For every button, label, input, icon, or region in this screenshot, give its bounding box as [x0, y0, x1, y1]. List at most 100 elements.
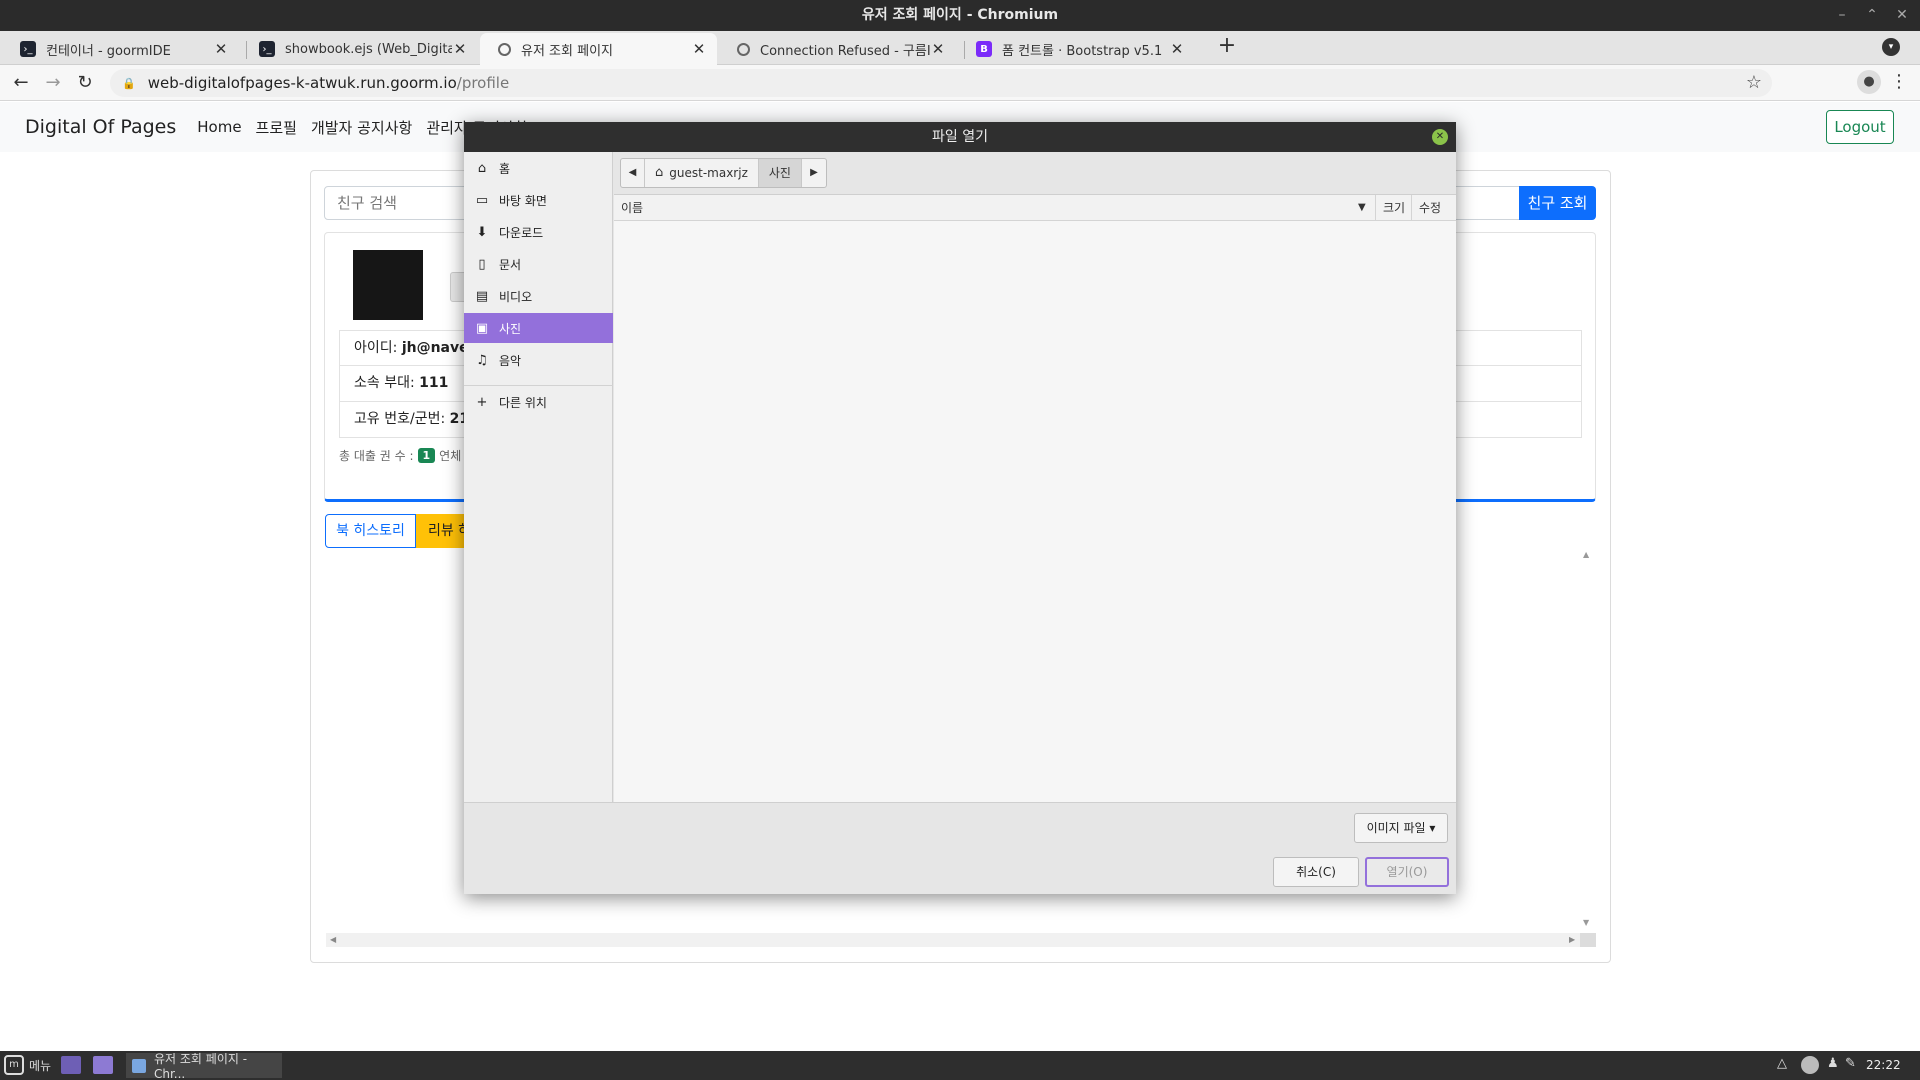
nav-profile[interactable]: 프로필	[256, 117, 297, 138]
maximize-icon[interactable]: ⌃	[1857, 0, 1887, 31]
new-tab-button[interactable]: +	[1214, 33, 1240, 59]
site-brand[interactable]: Digital Of Pages	[25, 116, 176, 138]
close-tab-icon[interactable]: ✕	[691, 40, 707, 58]
path-bar: ◀ ⌂ guest-maxrjz 사진 ▶	[620, 158, 827, 188]
path-forward-icon[interactable]: ▶	[802, 159, 826, 187]
forward-icon[interactable]: →	[41, 71, 65, 95]
home-icon: ⌂	[477, 160, 487, 176]
video-icon: ▤	[475, 288, 489, 304]
start-menu-button[interactable]: m 메뉴	[4, 1055, 51, 1075]
window-titlebar: 유저 조회 페이지 - Chromium – ⌃ ✕	[0, 0, 1920, 31]
tab-label: Connection Refused - 구름IDE	[760, 43, 930, 59]
tab-search-icon[interactable]: ▾	[1882, 38, 1900, 56]
close-window-icon[interactable]: ✕	[1887, 0, 1917, 31]
scroll-down-icon[interactable]: ▼	[1583, 918, 1589, 927]
close-tab-icon[interactable]: ✕	[452, 40, 468, 58]
tab-strip: ›_ 컨테이너 - goormIDE ✕ ›_ showbook.ejs (We…	[0, 31, 1920, 65]
tab-goormide-container[interactable]: ›_ 컨테이너 - goormIDE ✕	[2, 33, 239, 65]
tab-label: 폼 컨트롤 · Bootstrap v5.1	[1002, 43, 1163, 59]
column-name[interactable]: 이름	[621, 195, 643, 221]
user-icon[interactable]: ♟	[1827, 1056, 1839, 1071]
chromium-icon	[132, 1058, 146, 1073]
network-icon[interactable]: △	[1777, 1056, 1787, 1071]
terminal-icon: ›_	[20, 41, 36, 57]
path-segment-pictures[interactable]: 사진	[758, 159, 802, 187]
taskbar-window-item[interactable]: 유저 조회 페이지 - Chr...	[126, 1052, 282, 1080]
menu-label: 메뉴	[29, 1058, 52, 1073]
cancel-button[interactable]: 취소(C)	[1273, 857, 1359, 887]
bookmark-star-icon[interactable]: ☆	[1746, 72, 1762, 93]
field-label: 아이디:	[354, 340, 402, 356]
back-icon[interactable]: ←	[9, 71, 33, 95]
document-icon: ▯	[478, 256, 486, 272]
reload-icon[interactable]: ↻	[73, 71, 97, 95]
path-segment-home[interactable]: ⌂ guest-maxrjz	[645, 159, 759, 187]
place-desktop[interactable]: ▭ 바탕 화면	[464, 185, 613, 215]
logout-button[interactable]: Logout	[1826, 110, 1894, 144]
pictures-icon: ▣	[475, 320, 489, 336]
place-label: 음악	[499, 353, 522, 368]
tab-showbook-ejs[interactable]: ›_ showbook.ejs (Web_DigitalOfP ✕	[241, 33, 478, 65]
place-home[interactable]: ⌂ 홈	[464, 153, 613, 183]
place-other-locations[interactable]: + 다른 위치	[464, 387, 613, 417]
music-icon: ♫	[476, 352, 488, 368]
column-size[interactable]: 크기	[1383, 195, 1405, 221]
pen-icon[interactable]: ✎	[1845, 1056, 1856, 1071]
open-button[interactable]: 열기(O)	[1365, 857, 1449, 887]
loan-count-badge: 1	[417, 448, 436, 463]
profile-avatar-icon[interactable]: ●	[1857, 70, 1881, 94]
browser-toolbar: ← → ↻ 🔒 web-digitalofpages-k-atwuk.run.g…	[0, 65, 1920, 101]
url-host: web-digitalofpages-k-atwuk.run.goorm.io	[147, 74, 457, 92]
place-label: 비디오	[499, 289, 533, 304]
show-desktop-icon[interactable]	[61, 1056, 81, 1074]
dialog-close-icon[interactable]: ✕	[1432, 129, 1448, 145]
clock[interactable]: 22:22	[1866, 1051, 1901, 1080]
place-downloads[interactable]: ⬇ 다운로드	[464, 217, 613, 247]
file-manager-icon[interactable]	[93, 1056, 113, 1074]
places-divider	[464, 385, 613, 386]
path-back-icon[interactable]: ◀	[621, 159, 645, 187]
close-tab-icon[interactable]: ✕	[1169, 40, 1185, 58]
loan-summary: 총 대출 권 수 : 1 연체	[339, 447, 461, 464]
friend-search-button[interactable]: 친구 조회	[1519, 186, 1596, 220]
tab-connection-refused[interactable]: Connection Refused - 구름IDE ✕	[719, 33, 956, 65]
column-modified[interactable]: 수정	[1419, 195, 1441, 221]
browser-menu-icon[interactable]: ⋮	[1890, 70, 1908, 94]
update-icon[interactable]	[1801, 1056, 1819, 1074]
tab-label: 유저 조회 페이지	[521, 43, 613, 59]
place-label: 바탕 화면	[499, 193, 547, 208]
file-list[interactable]: 이름 ▼ 크기 수정	[614, 194, 1456, 802]
place-music[interactable]: ♫ 음악	[464, 345, 613, 375]
nav-home[interactable]: Home	[197, 118, 241, 136]
nav-dev-notice[interactable]: 개발자 공지사항	[311, 117, 412, 138]
scrollbar-corner	[1580, 933, 1596, 947]
minimize-icon[interactable]: –	[1827, 0, 1857, 31]
tab-bootstrap-forms[interactable]: B 폼 컨트롤 · Bootstrap v5.1 ✕	[958, 33, 1195, 65]
lock-icon[interactable]: 🔒	[122, 77, 136, 90]
address-bar[interactable]: 🔒 web-digitalofpages-k-atwuk.run.goorm.i…	[110, 69, 1772, 97]
globe-icon	[498, 42, 511, 56]
scroll-up-icon[interactable]: ▲	[1583, 550, 1589, 559]
place-pictures[interactable]: ▣ 사진	[464, 313, 613, 343]
scroll-left-icon[interactable]: ◀	[330, 933, 336, 947]
tab-label: showbook.ejs (Web_DigitalOfP	[285, 41, 452, 57]
sort-chevron-icon[interactable]: ▼	[1358, 195, 1366, 221]
url-path: /profile	[456, 74, 510, 92]
tab-user-profile[interactable]: 유저 조회 페이지 ✕	[480, 33, 717, 65]
file-type-filter[interactable]: 이미지 파일 ▾	[1354, 813, 1448, 843]
scroll-right-icon[interactable]: ▶	[1569, 933, 1575, 947]
field-label: 고유 번호/군번:	[354, 411, 450, 427]
file-open-dialog: 파일 열기 ✕ ⌂ 홈 ▭ 바탕 화면 ⬇ 다운로드 ▯ 문서 ▤ 비디오 ▣ …	[464, 122, 1456, 894]
close-tab-icon[interactable]: ✕	[213, 40, 229, 58]
vertical-scrollbar[interactable]: ▲ ▼	[1580, 550, 1596, 930]
book-history-button[interactable]: 북 히스토리	[325, 514, 416, 548]
horizontal-scrollbar[interactable]: ◀ ▶	[326, 933, 1580, 947]
plus-icon: +	[476, 394, 488, 410]
mint-logo-icon: m	[4, 1055, 24, 1075]
place-videos[interactable]: ▤ 비디오	[464, 281, 613, 311]
places-sidebar: ⌂ 홈 ▭ 바탕 화면 ⬇ 다운로드 ▯ 문서 ▤ 비디오 ▣ 사진 ♫ 음악 …	[464, 152, 613, 802]
close-tab-icon[interactable]: ✕	[930, 40, 946, 58]
desktop-icon: ▭	[475, 192, 489, 208]
place-documents[interactable]: ▯ 문서	[464, 249, 613, 279]
bootstrap-icon: B	[976, 41, 992, 57]
